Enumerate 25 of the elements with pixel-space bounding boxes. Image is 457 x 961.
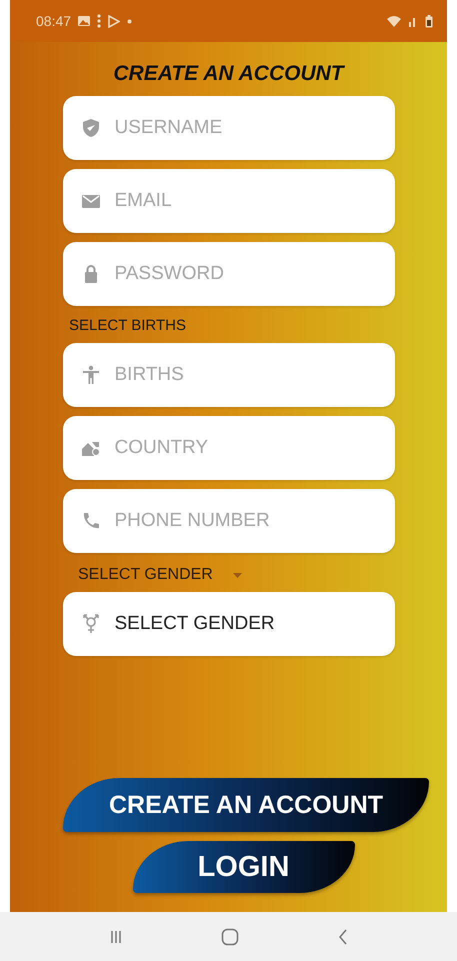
gender-field[interactable]: SELECT GENDER — [62, 592, 394, 656]
status-time: 08:47 — [36, 13, 72, 29]
recent-apps-icon[interactable] — [110, 930, 122, 944]
input-field[interactable]: EMAIL — [62, 169, 394, 233]
more-icon — [97, 14, 102, 28]
home-icon[interactable] — [220, 928, 238, 946]
input-field[interactable]: COUNTRY — [62, 416, 394, 480]
page-title: CREATE AN ACCOUNT — [113, 62, 344, 86]
back-icon[interactable] — [338, 928, 348, 944]
signal-icon — [408, 16, 418, 26]
create-account-button[interactable]: CREATE AN ACCOUNT — [63, 778, 429, 832]
gender-dropdown[interactable]: SELECT GENDER — [78, 566, 213, 584]
gender-icon — [80, 614, 100, 634]
caret-icon[interactable] — [232, 572, 242, 578]
battery-icon — [425, 14, 433, 28]
image-icon — [78, 16, 90, 26]
dot-icon — [127, 18, 132, 24]
input-field[interactable]: PASSWORD — [62, 242, 394, 306]
login-button[interactable]: LOGIN — [132, 841, 354, 893]
input-field[interactable]: USERNAME — [62, 96, 394, 160]
input-field[interactable]: BIRTHS — [62, 343, 394, 407]
wifi-icon — [387, 15, 401, 27]
section-label: SELECT BIRTHS — [69, 317, 186, 334]
play-icon — [108, 14, 120, 28]
input-field[interactable]: PHONE NUMBER — [62, 489, 394, 553]
